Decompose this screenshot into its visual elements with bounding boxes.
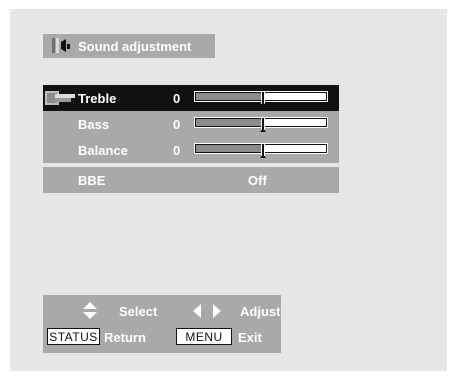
menu-key[interactable]: MENU — [176, 328, 232, 345]
menu-item-treble[interactable]: Treble 0 — [43, 85, 339, 111]
slider-track — [194, 143, 328, 156]
menu-item-label: Bass — [78, 117, 110, 132]
slider-fill-right — [265, 119, 326, 126]
tv-screen: Sound adjustment Treble 0 Bass 0 Balance… — [10, 9, 447, 371]
slider-track — [194, 117, 328, 130]
menu-item-balance[interactable]: Balance 0 — [43, 137, 339, 163]
slider-fill-left — [196, 119, 263, 126]
return-hint: Return — [104, 330, 146, 345]
treble-slider[interactable] — [194, 90, 328, 106]
menu-item-value: 0 — [173, 91, 181, 106]
select-hint: Select — [119, 304, 158, 319]
menu-item-label: Treble — [78, 91, 117, 106]
center-marker-icon — [260, 128, 266, 132]
menu-item-bbe[interactable]: BBE Off — [43, 167, 339, 193]
slider-fill-right — [265, 145, 326, 152]
menu-title: Sound adjustment — [78, 38, 192, 54]
slider-fill-left — [196, 93, 263, 100]
center-marker-icon — [260, 154, 266, 158]
menu-item-value: Off — [248, 173, 267, 188]
speaker-icon — [43, 34, 79, 58]
sound-menu: Treble 0 Bass 0 Balance 0 BBE Off — [43, 85, 339, 193]
left-right-arrows-icon — [193, 304, 221, 321]
slider-fill-right — [265, 93, 326, 100]
balance-slider[interactable] — [194, 142, 328, 158]
adjust-hint: Adjust — [240, 304, 281, 319]
menu-item-value: 0 — [173, 117, 181, 132]
status-key[interactable]: STATUS — [47, 328, 100, 345]
slider-fill-left — [196, 145, 263, 152]
menu-item-label: Balance — [78, 143, 128, 158]
up-down-arrows-icon — [83, 302, 97, 323]
bass-slider[interactable] — [194, 116, 328, 132]
center-marker-icon — [260, 102, 266, 106]
menu-item-value: 0 — [173, 143, 181, 158]
selection-pointer-icon — [45, 89, 75, 107]
slider-track — [194, 91, 328, 104]
exit-hint: Exit — [238, 330, 262, 345]
help-bar: Select Adjust STATUS Return MENU Exit — [43, 295, 281, 353]
menu-item-label: BBE — [78, 173, 106, 188]
menu-item-bass[interactable]: Bass 0 — [43, 111, 339, 137]
menu-title-bar: Sound adjustment — [43, 34, 215, 58]
